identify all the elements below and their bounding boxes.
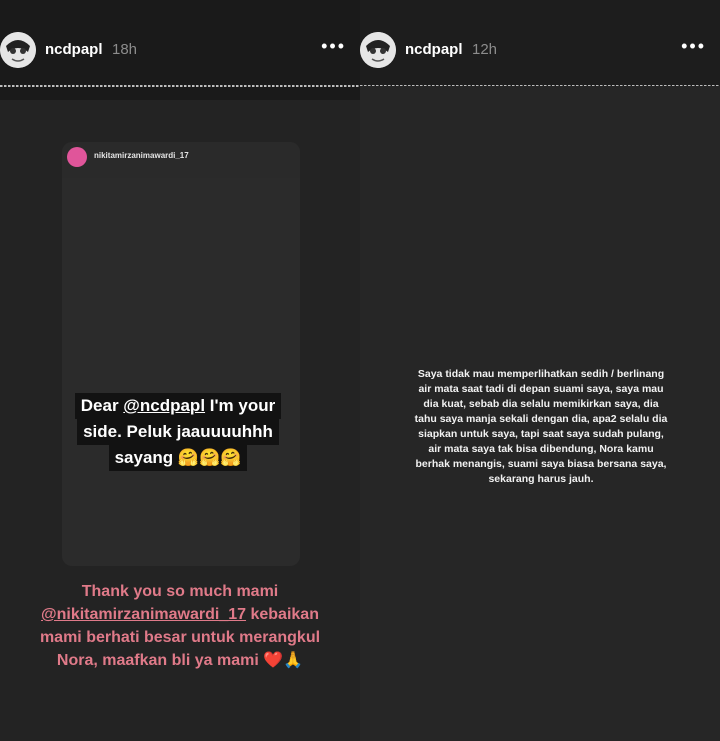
mention-link[interactable]: @nikitamirzanimawardi_17 [41, 606, 246, 623]
more-options-icon[interactable]: ••• [681, 36, 706, 57]
shared-post-header: nikitamirzanimawardi_17 [62, 142, 300, 178]
timestamp: 12h [472, 41, 498, 58]
story-text-line: sekarang harus jauh. [488, 473, 594, 485]
shared-post-avatar [67, 147, 87, 167]
story-header: ncdpapl 18h ••• [0, 0, 360, 86]
story-text-line: tahu saya manja sekali dengan dia, apa2 … [414, 413, 668, 425]
caption-line: Nora, maafkan bli ya mami ❤️🙏 [56, 652, 304, 669]
username[interactable]: ncdpapl [45, 41, 103, 58]
story-text-line: dia kuat, sebab dia selalu memikirkan sa… [423, 398, 659, 410]
quote-line: Dear @ncdpapl I'm your [74, 393, 282, 419]
shared-post-username: nikitamirzanimawardi_17 [94, 151, 189, 160]
timestamp: 18h [112, 41, 138, 58]
story-panel-left[interactable]: ncdpapl 18h ••• nikitamirzanimawardi_17 … [0, 0, 360, 741]
caption-line: @nikitamirzanimawardi_17 kebaikan [41, 606, 319, 623]
shared-post-card[interactable]: nikitamirzanimawardi_17 [62, 142, 300, 566]
caption-line: mami berhati besar untuk merangkul [39, 629, 321, 646]
story-text-line: siapkan untuk saya, tapi saat saya sudah… [418, 428, 664, 440]
mention-link[interactable]: @ncdpapl [123, 396, 205, 415]
story-text: Saya tidak mau memperlihatkan sedih / be… [388, 367, 694, 487]
avatar[interactable] [0, 32, 36, 68]
quote-text: Dear @ncdpapl I'm your side. Peluk jaauu… [59, 393, 297, 471]
username[interactable]: ncdpapl [405, 41, 463, 58]
quote-line: sayang 🤗🤗🤗 [108, 445, 248, 471]
story-header: ncdpapl 12h ••• [360, 0, 720, 86]
story-text-line: Saya tidak mau memperlihatkan sedih / be… [417, 368, 665, 380]
story-caption: Thank you so much mami @nikitamirzanimaw… [0, 580, 360, 672]
story-panel-right[interactable]: ncdpapl 12h ••• Saya tidak mau memperlih… [360, 0, 720, 741]
story-progress-bar [0, 85, 360, 88]
more-options-icon[interactable]: ••• [321, 36, 346, 57]
avatar[interactable] [360, 32, 396, 68]
story-text-line: air mata saya tak bisa dibendung, Nora k… [428, 443, 654, 455]
quote-line: side. Peluk jaauuuuhhh [77, 419, 279, 445]
story-text-line: berhak menangis, suami saya biasa bersan… [415, 458, 667, 470]
story-text-line: air mata saat tadi di depan suami saya, … [418, 383, 664, 395]
caption-line: Thank you so much mami [81, 583, 279, 600]
